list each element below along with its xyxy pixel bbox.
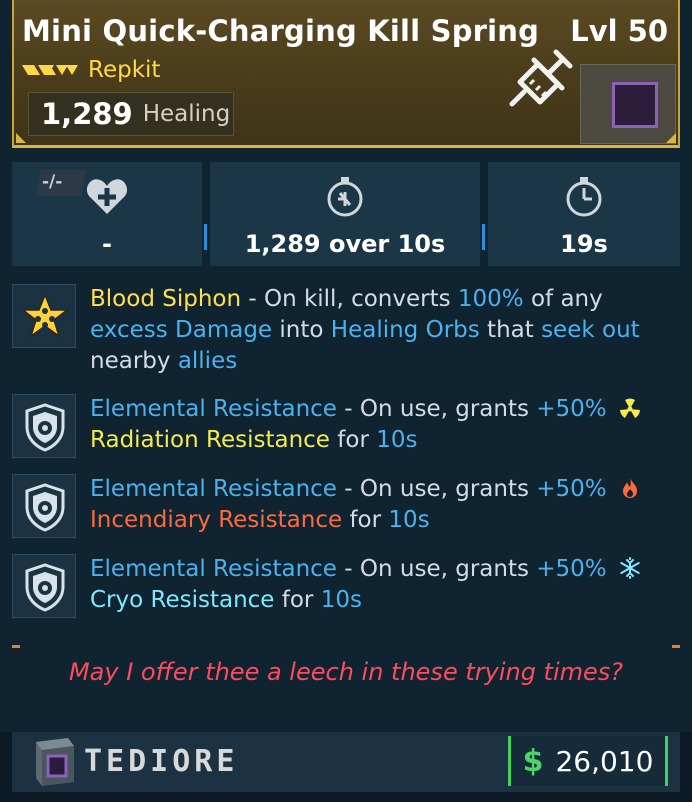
stat-value: 19s	[560, 230, 608, 258]
snowflake-icon	[619, 557, 640, 579]
perk-keyword: allies	[177, 348, 238, 374]
perk-name: Blood Siphon	[90, 286, 242, 312]
corner-mark-icon	[16, 133, 26, 143]
element-resistance: Radiation Resistance	[90, 427, 330, 453]
perk-text: - On use, grants	[336, 396, 537, 422]
healing-value: 1,289	[41, 97, 133, 131]
perk-value: +50%	[536, 556, 607, 582]
item-type-label: Repkit	[88, 57, 161, 83]
perk-icon-box	[12, 474, 76, 538]
perk-text: nearby	[90, 348, 178, 374]
item-card: Mini Quick-Charging Kill Spring Lvl 50 R…	[0, 0, 692, 802]
item-thumbnail-core	[612, 82, 658, 128]
perk-text: - On use, grants	[336, 556, 537, 582]
perk-keyword: excess Damage	[90, 317, 273, 343]
perk-text: - On kill, converts	[241, 286, 458, 312]
item-title: Mini Quick-Charging Kill Spring	[22, 14, 540, 48]
perk-keyword: Healing Orbs	[330, 317, 480, 343]
divider-mark	[12, 645, 20, 648]
tediore-cube-icon	[36, 738, 74, 786]
stat-value: -	[102, 230, 112, 258]
item-footer: TEDIORE $ 26,010	[0, 732, 692, 802]
perk-blood-siphon: Blood Siphon - On kill, converts 100% of…	[12, 284, 680, 380]
blood-siphon-star-icon	[20, 292, 70, 338]
price-value: 26,010	[555, 744, 654, 778]
stat-divider	[204, 224, 207, 250]
stat-cooldown: 19s	[488, 162, 680, 266]
rarity-row: Repkit	[22, 56, 160, 84]
fire-icon	[622, 478, 637, 498]
stat-divider	[482, 224, 485, 250]
perk-description: Blood Siphon - On kill, converts 100% of…	[90, 284, 660, 377]
perk-text: that	[479, 317, 542, 343]
item-header: Mini Quick-Charging Kill Spring Lvl 50 R…	[12, 0, 680, 148]
elemental-shield-icon	[25, 483, 65, 532]
syringe-icon	[509, 49, 573, 107]
rarity-chevrons-icon	[22, 65, 78, 75]
stat-capacity: -/- -	[12, 162, 202, 266]
heart-cross-icon	[86, 179, 128, 214]
stat-value: 1,289 over 10s	[244, 230, 446, 258]
flavor-text: May I offer thee a leech in these trying…	[68, 658, 624, 686]
manufacturer-name: TEDIORE	[84, 744, 239, 779]
perk-text: into	[272, 317, 331, 343]
stats-row: -/- - 1,289 over 10s 19s	[12, 162, 680, 266]
perk-text: of any	[523, 286, 603, 312]
perk-name: Elemental Resistance	[90, 556, 337, 582]
radiation-icon	[619, 398, 640, 418]
perk-value: +50%	[536, 476, 607, 502]
perk-value: +50%	[536, 396, 607, 422]
corner-mark-icon	[666, 133, 676, 143]
perk-description: Elemental Resistance - On use, grants +5…	[90, 474, 660, 536]
perk-incendiary-resistance: Elemental Resistance - On use, grants +5…	[12, 474, 680, 540]
footer-bar: TEDIORE $ 26,010	[12, 732, 680, 792]
perk-name: Elemental Resistance	[90, 476, 337, 502]
price-box: $ 26,010	[508, 736, 668, 786]
item-thumbnail	[580, 64, 676, 144]
perk-icon-box	[12, 394, 76, 458]
perk-radiation-resistance: Elemental Resistance - On use, grants +5…	[12, 394, 680, 460]
healing-label: Healing	[142, 101, 231, 127]
element-resistance: Cryo Resistance	[90, 587, 275, 613]
element-resistance: Incendiary Resistance	[90, 507, 343, 533]
perk-description: Elemental Resistance - On use, grants +5…	[90, 554, 660, 616]
perk-cryo-resistance: Elemental Resistance - On use, grants +5…	[12, 554, 680, 620]
elemental-shield-icon	[25, 403, 65, 452]
cooldown-stopwatch-icon	[566, 177, 602, 217]
perk-value: 100%	[457, 286, 524, 312]
healing-stat: 1,289 Healing	[28, 92, 234, 136]
perk-keyword: seek out	[541, 317, 640, 343]
stat-regen: 1,289 over 10s	[210, 162, 480, 266]
perk-duration: 10s	[376, 427, 418, 453]
perk-text: for	[274, 587, 321, 613]
perk-text: for	[342, 507, 389, 533]
perk-duration: 10s	[320, 587, 362, 613]
perk-duration: 10s	[388, 507, 430, 533]
perk-icon-box	[12, 284, 76, 348]
regen-stopwatch-icon	[327, 177, 363, 217]
perk-text: - On use, grants	[336, 476, 537, 502]
elemental-shield-icon	[25, 563, 65, 612]
perk-text: for	[329, 427, 377, 453]
perk-description: Elemental Resistance - On use, grants +5…	[90, 394, 660, 456]
perk-name: Elemental Resistance	[90, 396, 337, 422]
stat-badge: -/-	[42, 172, 63, 192]
item-level: Lvl 50	[570, 14, 668, 48]
divider-mark	[672, 645, 680, 648]
currency-icon: $	[522, 743, 544, 779]
perk-icon-box	[12, 554, 76, 618]
